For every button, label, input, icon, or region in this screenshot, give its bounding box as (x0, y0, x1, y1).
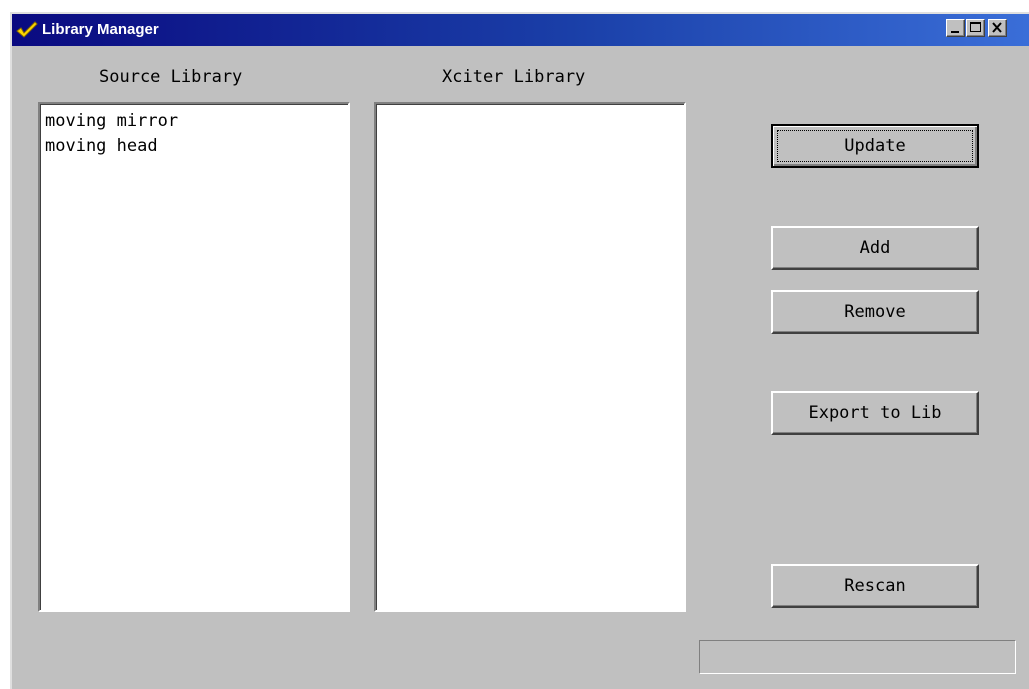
list-item[interactable]: moving head (43, 134, 345, 159)
remove-button[interactable]: Remove (771, 290, 979, 334)
yellow-check-icon (16, 20, 38, 40)
export-button-label: Export to Lib (808, 403, 942, 423)
maximize-icon (970, 22, 981, 32)
remove-button-label: Remove (844, 302, 906, 322)
minimize-icon (951, 31, 959, 33)
minimize-button[interactable] (946, 19, 965, 37)
source-library-list[interactable]: moving mirror moving head (38, 102, 350, 612)
close-icon (992, 22, 1002, 33)
close-button[interactable] (988, 19, 1007, 37)
add-button[interactable]: Add (771, 226, 979, 270)
focus-ring (777, 130, 973, 162)
list-item[interactable]: moving mirror (43, 109, 345, 134)
window-title: Library Manager (42, 21, 159, 38)
xciter-library-label: Xciter Library (442, 67, 586, 87)
export-to-lib-button[interactable]: Export to Lib (771, 391, 979, 435)
rescan-button[interactable]: Rescan (771, 564, 979, 608)
add-button-label: Add (859, 238, 891, 258)
rescan-button-label: Rescan (844, 576, 906, 596)
title-bar[interactable]: Library Manager (12, 14, 1029, 46)
source-library-label: Source Library (99, 67, 243, 87)
update-button[interactable]: Update (771, 124, 979, 168)
status-field (699, 640, 1016, 674)
library-manager-window: Library Manager Source Library Xciter Li… (10, 12, 1029, 689)
xciter-library-list[interactable] (374, 102, 686, 612)
maximize-button[interactable] (966, 19, 985, 37)
